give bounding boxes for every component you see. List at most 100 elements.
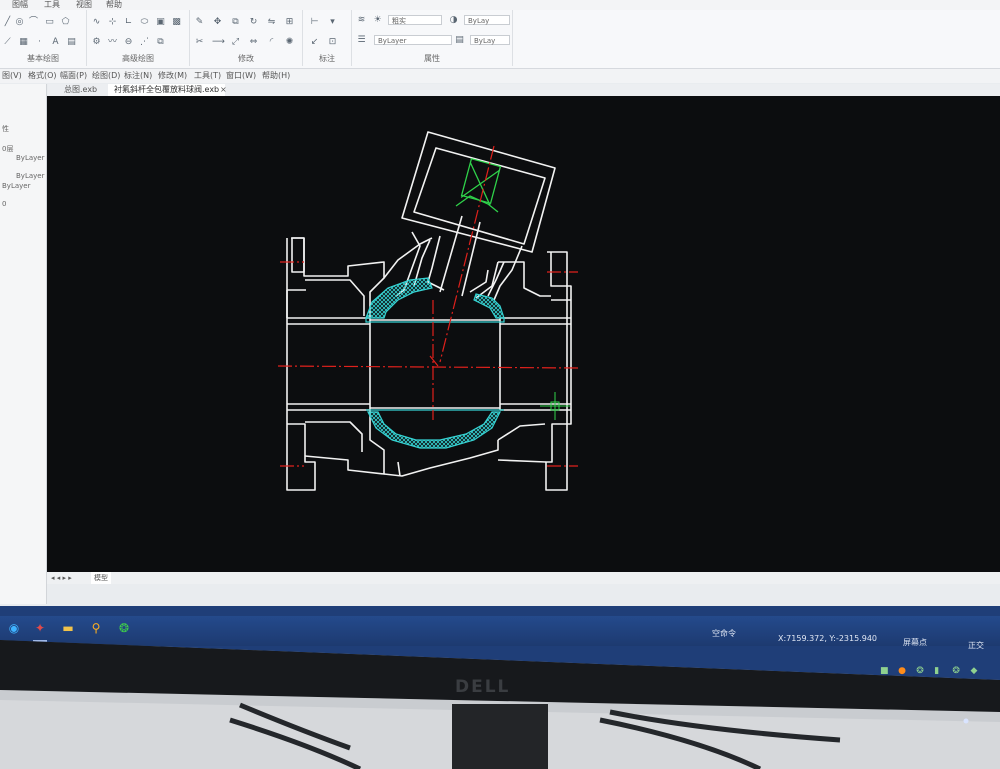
panel-item[interactable]: ByLayer (2, 182, 30, 190)
valve-section-drawing (277, 131, 581, 491)
hatch-pattern-icon[interactable]: ▤ (454, 36, 465, 45)
lineweight-icon[interactable]: ☰ (356, 36, 367, 45)
menu-item[interactable]: 图(V) (2, 69, 22, 83)
image-icon[interactable]: ▩ (171, 18, 182, 27)
dim-dropdown-icon[interactable]: ▾ (327, 18, 338, 27)
ortho-mode[interactable]: 正交 (968, 640, 984, 651)
menu-tab[interactable]: 图幅 (12, 0, 28, 10)
close-tab-icon[interactable]: × (218, 84, 229, 96)
snap-mode[interactable]: 屏幕点 (903, 637, 927, 648)
erase-icon[interactable]: ✎ (194, 18, 205, 27)
color-combo[interactable]: ByLay (464, 15, 510, 25)
panel-item[interactable]: ByLayer (16, 154, 44, 162)
actuator-inner (413, 147, 546, 245)
menu-item[interactable]: 绘图(D) (92, 69, 120, 83)
right-flange (545, 251, 572, 491)
rectangle-icon[interactable]: ▭ (44, 18, 55, 27)
properties-panel: 性 0层 ByLayer ByLayer ByLayer 0 (0, 84, 47, 604)
linetype-combo[interactable]: ByLayer (374, 35, 452, 45)
tolerance-icon[interactable]: ⊡ (327, 38, 338, 47)
edge-icon[interactable]: ◉ (4, 618, 24, 638)
stem-head (455, 157, 502, 213)
bore-right (500, 323, 571, 405)
break-icon[interactable]: ⋰ (139, 38, 150, 47)
centerline-icon[interactable]: ⊹ (107, 18, 118, 27)
panel-item[interactable]: 0 (2, 200, 6, 208)
ribbon-group-dimension: ⊢ ▾ ↙ ⊡ 标注 (303, 10, 352, 66)
menu-item[interactable]: 帮助(H) (262, 69, 290, 83)
offset-icon[interactable]: ⧉ (155, 38, 166, 47)
mirror-icon[interactable]: ⇋ (266, 18, 277, 27)
tray-network-icon[interactable]: ◆ (970, 667, 979, 676)
wave-icon[interactable]: 〰 (107, 38, 118, 47)
menu-tab[interactable]: 帮助 (106, 0, 122, 10)
menu-item[interactable]: 幅面(P) (60, 69, 87, 83)
system-tray: ■ ● ❂ ▮ ❂ ◆ ▲ ▮ (880, 658, 1000, 676)
fillet-icon[interactable]: ◜ (266, 38, 277, 47)
block-icon[interactable]: ▣ (155, 18, 166, 27)
color-wheel-icon[interactable]: ◑ (448, 16, 459, 25)
ellipse-icon[interactable]: ⬭ (139, 18, 150, 27)
menu-item[interactable]: 修改(M) (158, 69, 187, 83)
ribbon-group-advanced-draw: ∿ ⊹ ∟ ⬭ ▣ ▩ ⚙ 〰 ⊖ ⋰ ⧉ 高级绘图 (87, 10, 190, 66)
rotate-icon[interactable]: ↻ (248, 18, 259, 27)
panel-item[interactable]: 0层 (2, 144, 13, 154)
tray-chat-icon[interactable]: ❂ (952, 667, 961, 676)
menu-item[interactable]: 格式(O) (28, 69, 57, 83)
command-status: 空命令 (712, 629, 736, 638)
line-icon[interactable]: ╱ (2, 18, 13, 27)
ribbon-group-label: 高级绘图 (122, 54, 154, 63)
menu-tab[interactable]: 工具 (44, 0, 60, 10)
center-lines (277, 145, 581, 467)
search-app-icon[interactable]: ⚲ (86, 618, 106, 638)
arc-icon[interactable]: ⌒ (28, 18, 39, 27)
bulb-icon[interactable]: ☀ (372, 16, 383, 25)
chamfer-icon[interactable]: ∟ (123, 18, 134, 27)
text-icon[interactable]: A (50, 38, 61, 47)
dimension-icon[interactable]: ⊢ (309, 18, 320, 27)
panel-item[interactable]: ByLayer (16, 172, 44, 180)
ribbon-menu-tabs: 图幅 工具 视图 帮助 (0, 0, 1000, 10)
menu-item[interactable]: 窗口(W) (226, 69, 256, 83)
caxa-app-icon[interactable]: ✦ (30, 618, 50, 638)
circle-icon[interactable]: ◎ (14, 18, 25, 27)
layout-tab-bar: ◂ ◂ ▸ ▸ 模型 (47, 572, 1000, 584)
table-icon[interactable]: ▤ (66, 38, 77, 47)
layout-tab-model[interactable]: 模型 (91, 572, 111, 584)
trim-icon[interactable]: ✂ (194, 38, 205, 47)
tray-app-icon[interactable]: ■ (880, 667, 889, 676)
monitor-screen: 图幅 工具 视图 帮助 ╱ ◎ ⌒ ▭ ⬠ ⟋ ▦ · A ▤ 基本绘图 ∿ ⊹ (0, 0, 1000, 680)
hatch-icon[interactable]: ▦ (18, 38, 29, 47)
copy-icon[interactable]: ⧉ (230, 18, 241, 27)
line-style-combo[interactable]: 粗实 (388, 15, 442, 25)
tray-wechat-icon[interactable]: ❂ (916, 667, 925, 676)
point-icon[interactable]: · (34, 38, 45, 47)
layer-icon[interactable]: ≋ (356, 16, 367, 25)
polyline-icon[interactable]: ⟋ (2, 38, 13, 47)
hole-icon[interactable]: ⊖ (123, 38, 134, 47)
spline-icon[interactable]: ∿ (91, 18, 102, 27)
extend-icon[interactable]: ⟶ (212, 38, 225, 47)
file-tab[interactable]: 总图.exb (58, 84, 103, 96)
array-icon[interactable]: ⊞ (284, 18, 295, 27)
tray-shield-icon[interactable]: ▮ (934, 667, 943, 676)
wechat-icon[interactable]: ❂ (114, 618, 134, 638)
leader-icon[interactable]: ↙ (309, 38, 320, 47)
lineweight-combo[interactable]: ByLay (470, 35, 510, 45)
menu-item[interactable]: 标注(N) (124, 69, 152, 83)
folder-icon[interactable]: ▬ (58, 618, 78, 638)
drawing-canvas[interactable] (47, 96, 1000, 572)
move-icon[interactable]: ✥ (212, 18, 223, 27)
menu-item[interactable]: 工具(T) (194, 69, 221, 83)
photo-scene: 图幅 工具 视图 帮助 ╱ ◎ ⌒ ▭ ⬠ ⟋ ▦ · A ▤ 基本绘图 ∿ ⊹ (0, 0, 1000, 769)
explode-icon[interactable]: ✺ (284, 38, 295, 47)
menu-bar: 图(V) 格式(O) 幅面(P) 绘图(D) 标注(N) 修改(M) 工具(T)… (0, 69, 1000, 83)
gear-icon[interactable]: ⚙ (91, 38, 102, 47)
stretch-icon[interactable]: ⇔ (248, 38, 259, 47)
layout-nav-icon[interactable]: ◂ ◂ ▸ ▸ (51, 572, 72, 584)
menu-tab[interactable]: 视图 (76, 0, 92, 10)
tray-search-icon[interactable]: ● (898, 667, 907, 676)
polygon-icon[interactable]: ⬠ (60, 18, 71, 27)
file-tab-active[interactable]: 衬氟斜杆全包覆放料球阀.exb (108, 84, 226, 96)
scale-icon[interactable]: ⤢ (230, 38, 241, 47)
